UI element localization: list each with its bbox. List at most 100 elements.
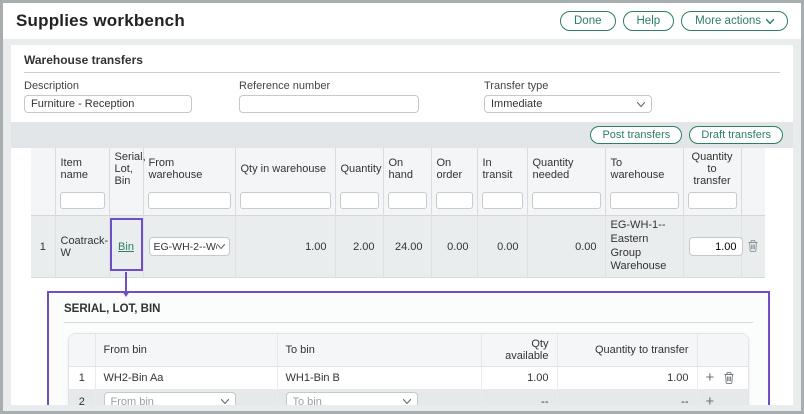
bin-table-header-row: From bin To bin Qty available Quantity t…: [69, 334, 748, 367]
bin-row-actions: +: [697, 367, 748, 389]
annotation-arrow: [125, 272, 127, 293]
col-from-warehouse: From warehouse: [143, 148, 235, 190]
warehouse-transfers-card: Warehouse transfers Description Referenc…: [11, 45, 793, 405]
qty-available-cell: --: [481, 389, 557, 406]
table-row: 1 Coatrack-W Bin EG-WH-2--Western Gr: [31, 216, 765, 278]
bin-actions-header: [697, 334, 748, 367]
plus-icon[interactable]: +: [706, 370, 715, 385]
on-order-cell: 0.00: [431, 216, 477, 278]
from-warehouse-select[interactable]: EG-WH-2--Western Gr: [149, 237, 230, 256]
transfer-form: Description Reference number Transfer ty…: [11, 73, 793, 122]
from-bin-select[interactable]: From bin: [104, 392, 236, 406]
actions-header: [741, 148, 765, 190]
rownum-header: [31, 148, 55, 190]
col-item-name: Item name: [55, 148, 109, 190]
bin-rownum-header: [69, 334, 95, 367]
col-quantity-to-transfer: Quantity to transfer: [683, 148, 741, 190]
chevron-down-icon: [217, 244, 225, 249]
more-actions-button[interactable]: More actions: [681, 11, 788, 31]
table-header-row: Item name Serial, Lot, Bin From warehous…: [31, 148, 765, 190]
titlebar-actions: Done Help More actions: [560, 11, 788, 31]
serial-lot-bin-cell: Bin: [109, 216, 143, 278]
to-bin-select[interactable]: To bin: [286, 392, 418, 406]
to-bin-cell: WH1-Bin B: [277, 367, 481, 389]
quantity-needed-cell: 0.00: [527, 216, 605, 278]
col-on-order: On order: [431, 148, 477, 190]
bin-quantity-to-transfer-cell: --: [557, 389, 697, 406]
bin-table-row: 1 WH2-Bin Aa WH1-Bin B 1.00 1.00 +: [69, 367, 748, 389]
draft-transfers-button[interactable]: Draft transfers: [689, 126, 783, 144]
trash-icon[interactable]: [723, 371, 735, 384]
reference-number-label: Reference number: [239, 80, 419, 92]
serial-lot-bin-panel: SERIAL, LOT, BIN From bin To bin: [47, 291, 770, 405]
filter-qty-in-warehouse[interactable]: [240, 192, 331, 209]
from-bin-cell: WH2-Bin Aa: [95, 367, 277, 389]
reference-number-field: Reference number: [239, 80, 419, 113]
section-title: Warehouse transfers: [24, 53, 780, 73]
col-in-transit: In transit: [477, 148, 527, 190]
col-from-bin: From bin: [95, 334, 277, 367]
bin-table: From bin To bin Qty available Quantity t…: [69, 334, 748, 405]
done-button[interactable]: Done: [560, 11, 616, 31]
to-warehouse-cell: EG-WH-1--Eastern Group Warehouse: [605, 216, 683, 278]
filter-item-name[interactable]: [60, 192, 105, 209]
filter-quantity[interactable]: [340, 192, 379, 209]
chevron-down-icon: [637, 102, 645, 107]
chevron-down-icon: [403, 399, 411, 404]
app-window: Supplies workbench Done Help More action…: [0, 0, 804, 414]
filter-on-order[interactable]: [436, 192, 473, 209]
bin-table-row: 2 From bin To bin: [69, 389, 748, 406]
quantity-to-transfer-input[interactable]: [689, 237, 743, 256]
help-button[interactable]: Help: [623, 11, 675, 31]
col-serial-lot-bin: Serial, Lot, Bin: [109, 148, 143, 190]
to-bin-cell: To bin: [277, 389, 481, 406]
serial-lot-bin-panel-title: SERIAL, LOT, BIN: [64, 300, 753, 323]
description-field: Description: [24, 80, 192, 113]
transfer-type-field: Transfer type Immediate: [484, 80, 652, 113]
bin-row-actions: +: [697, 389, 748, 406]
filter-quantity-to-transfer[interactable]: [688, 192, 737, 209]
filter-from-warehouse[interactable]: [148, 192, 231, 209]
plus-icon[interactable]: +: [706, 394, 715, 405]
row-actions-cell: [741, 216, 765, 278]
col-qty-available: Qty available: [481, 334, 557, 367]
qty-in-warehouse-cell: 1.00: [235, 216, 335, 278]
transfer-type-label: Transfer type: [484, 80, 652, 92]
on-hand-cell: 24.00: [383, 216, 431, 278]
bin-row-number: 2: [69, 389, 95, 406]
from-bin-cell: From bin: [95, 389, 277, 406]
page-background: Warehouse transfers Description Referenc…: [3, 39, 801, 411]
col-bin-quantity-to-transfer: Quantity to transfer: [557, 334, 697, 367]
page-title: Supplies workbench: [16, 11, 185, 31]
grid-toolbar: Post transfers Draft transfers: [11, 122, 793, 148]
description-label: Description: [24, 80, 192, 92]
bin-quantity-to-transfer-cell: 1.00: [557, 367, 697, 389]
warehouse-transfers-table: Item name Serial, Lot, Bin From warehous…: [31, 148, 765, 278]
item-name-cell: Coatrack-W: [55, 216, 109, 278]
chevron-down-icon: [221, 399, 229, 404]
bin-row-number: 1: [69, 367, 95, 389]
bin-link[interactable]: Bin: [118, 241, 134, 253]
reference-number-input[interactable]: [239, 95, 419, 113]
transfer-type-select[interactable]: Immediate: [484, 95, 652, 113]
filter-to-warehouse[interactable]: [610, 192, 679, 209]
col-quantity-needed: Quantity needed: [527, 148, 605, 190]
col-to-warehouse: To warehouse: [605, 148, 683, 190]
quantity-cell: 2.00: [335, 216, 383, 278]
filter-in-transit[interactable]: [482, 192, 523, 209]
bin-table-card: From bin To bin Qty available Quantity t…: [68, 333, 749, 405]
description-input[interactable]: [24, 95, 192, 113]
post-transfers-button[interactable]: Post transfers: [590, 126, 682, 144]
filter-quantity-needed[interactable]: [532, 192, 601, 209]
filter-on-hand[interactable]: [388, 192, 427, 209]
col-on-hand: On hand: [383, 148, 431, 190]
chevron-down-icon: [766, 19, 774, 24]
in-transit-cell: 0.00: [477, 216, 527, 278]
qty-available-cell: 1.00: [481, 367, 557, 389]
quantity-to-transfer-cell: [683, 216, 741, 278]
from-warehouse-cell: EG-WH-2--Western Gr: [143, 216, 235, 278]
table-filter-row: [31, 190, 765, 216]
title-bar: Supplies workbench Done Help More action…: [3, 3, 801, 39]
trash-icon[interactable]: [747, 239, 759, 252]
col-qty-in-warehouse: Qty in warehouse: [235, 148, 335, 190]
